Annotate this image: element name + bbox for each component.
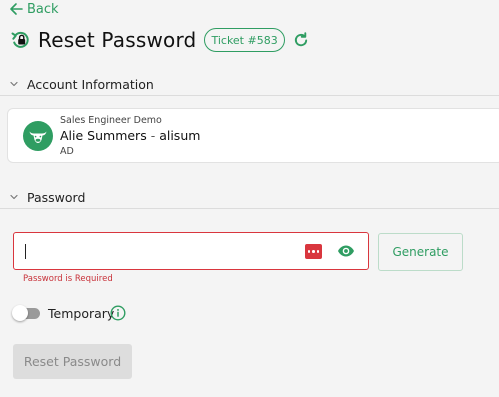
bull-logo-icon <box>28 126 48 146</box>
page-title: Reset Password <box>38 28 197 52</box>
account-username: alisum <box>159 128 201 143</box>
back-label: Back <box>27 1 59 17</box>
password-heading: Password <box>27 189 86 205</box>
temporary-toggle[interactable] <box>12 305 40 321</box>
account-name-line: Alie Summers - alisum <box>60 128 200 143</box>
eye-icon[interactable] <box>337 244 355 258</box>
password-input[interactable] <box>24 241 294 261</box>
account-source: AD <box>60 146 74 157</box>
chevron-down-icon[interactable] <box>9 79 19 89</box>
generate-button[interactable]: Generate <box>378 233 463 271</box>
account-information-section-header: Account Information <box>0 73 499 96</box>
page-header: Reset Password Ticket #583 <box>10 27 309 53</box>
password-field-container <box>13 232 369 270</box>
account-card: Sales Engineer Demo Alie Summers - alisu… <box>7 108 499 163</box>
chevron-down-icon[interactable] <box>9 192 19 202</box>
avatar <box>23 121 53 151</box>
password-section-header: Password <box>0 186 499 209</box>
password-error-message: Password is Required <box>23 274 113 284</box>
password-dots-icon[interactable] <box>305 244 322 259</box>
reset-password-page: Back Reset Password Ticket #583 Account … <box>0 0 499 397</box>
reset-password-button[interactable]: Reset Password <box>13 344 132 379</box>
account-separator: - <box>150 128 156 143</box>
account-information-heading: Account Information <box>27 76 154 92</box>
back-link[interactable]: Back <box>9 0 59 18</box>
temporary-label: Temporary <box>48 306 115 321</box>
ticket-badge[interactable]: Ticket #583 <box>204 28 285 52</box>
account-org: Sales Engineer Demo <box>60 115 162 126</box>
text-cursor <box>25 244 26 259</box>
toggle-knob <box>12 305 28 321</box>
refresh-icon[interactable] <box>293 32 309 48</box>
arrow-left-icon <box>9 2 23 16</box>
lock-reset-icon <box>10 29 32 51</box>
info-icon[interactable] <box>110 305 126 321</box>
account-name: Alie Summers <box>60 128 147 143</box>
